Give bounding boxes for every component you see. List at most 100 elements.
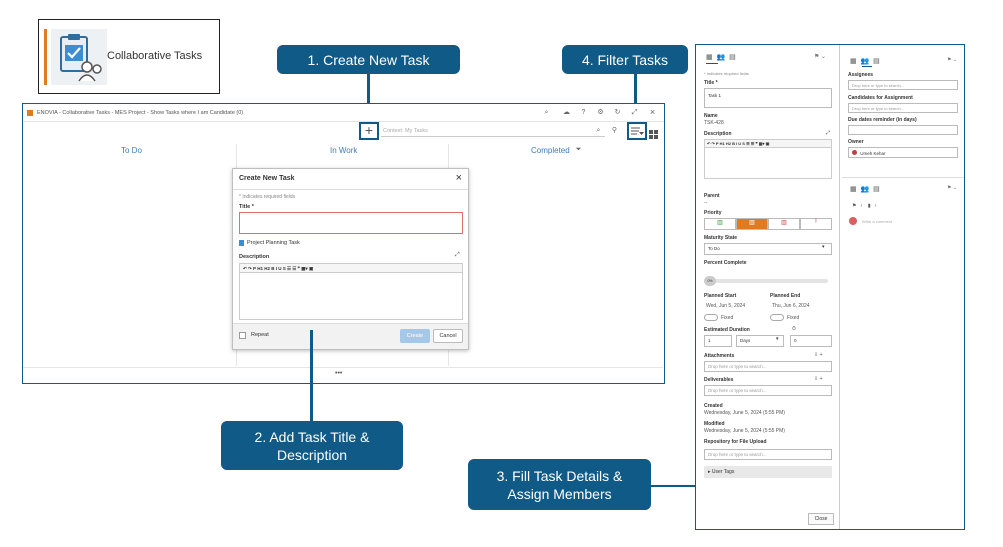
priority-urgent-button[interactable]: ! [800, 218, 832, 230]
dialog-title-label: Title * [239, 204, 254, 210]
panel-title-input[interactable]: Task 1 [704, 88, 832, 108]
repeat-checkbox[interactable] [239, 332, 246, 339]
app-tile-accent [44, 29, 47, 85]
effort-input[interactable]: 0 [790, 335, 832, 347]
panel-title-label: Title * [704, 80, 718, 86]
panel-description-editor[interactable] [704, 148, 832, 179]
description-expand-icon[interactable]: ⤢ [455, 252, 460, 259]
comment-toolbar[interactable]: ⚑ ‹ ▮ › [852, 203, 876, 209]
template-link[interactable]: Project Planning Task [239, 240, 300, 246]
task-title-input[interactable] [239, 212, 463, 234]
planned-end-fixed-toggle[interactable] [770, 314, 784, 321]
panel-description-expand-icon[interactable]: ⤢ [826, 130, 830, 136]
percent-complete-slider[interactable] [704, 279, 828, 283]
column-todo: To Do [121, 146, 142, 155]
est-duration-input[interactable]: 1 [704, 335, 732, 347]
assignees-flag-icon[interactable]: ⚑ ⌄ [947, 57, 957, 63]
owner-select[interactable]: Umeh Kehar [848, 147, 958, 158]
filter-person-icon[interactable]: ⚲ [611, 127, 618, 134]
assignees-search-input[interactable]: Drop here or type to search... [848, 80, 958, 90]
candidates-label: Candidates for Assignment [848, 95, 913, 101]
enovia-logo-icon [27, 109, 33, 116]
priority-low-button[interactable]: ▥ [704, 218, 736, 230]
deliverables-search-input[interactable]: Drop here or type to search... [704, 385, 832, 396]
planned-end-value[interactable]: Thu, Jun 6, 2024 [772, 303, 810, 309]
maturity-state-select[interactable]: To Do [704, 243, 832, 255]
panel-required-note: * Indicates required fields [704, 71, 749, 76]
create-task-dialog: Create New Task × * Indicates required f… [232, 168, 469, 350]
callout-add-title: 2. Add Task Title & Description [221, 421, 403, 470]
more-button[interactable]: ••• [335, 370, 342, 377]
panel-description-toolbar[interactable]: ↶ ↷ P H1 H2 B I U S ☰ ☰ ❞ ▦▾ ▣ [704, 139, 832, 148]
help-icon[interactable]: ? [580, 109, 587, 116]
column-filter-icon[interactable]: ⏷ [575, 146, 582, 153]
filter-list-icon [631, 127, 644, 135]
candidates-search-input[interactable]: Drop here or type to search... [848, 103, 958, 113]
search-field-icon[interactable]: ⌕ [595, 127, 602, 134]
create-button[interactable]: Create [400, 329, 430, 343]
refresh-icon[interactable]: ↻ [614, 109, 621, 116]
column-completed: Completed [531, 146, 570, 155]
close-icon[interactable]: × [649, 108, 656, 117]
assignees-tab-active-indicator [862, 66, 872, 67]
planned-start-fixed-label: Fixed [721, 315, 734, 321]
dialog-description-label: Description [239, 254, 270, 260]
panel-modified-value: Wednesday, June 5, 2024 (5:55 PM) [704, 428, 785, 434]
attachments-search-input[interactable]: Drop here or type to search... [704, 361, 832, 372]
callout-fill-line [651, 485, 695, 487]
close-button[interactable]: Close [808, 513, 834, 525]
planned-start-fixed-toggle[interactable] [704, 314, 718, 321]
cloud-icon[interactable]: ☁ [563, 109, 570, 116]
panel-created-value: Wednesday, June 5, 2024 (5:55 PM) [704, 410, 785, 416]
search-input[interactable]: Context: My Tasks [381, 125, 605, 137]
panel-tab-active-indicator [706, 63, 718, 64]
dialog-close-icon[interactable]: × [456, 172, 462, 184]
effort-icon: ⏱ [792, 326, 796, 332]
description-toolbar[interactable]: ↶ ↷ P H1 H2 B I U S ☰ ☰ ❞ ▦▾ ▣ [239, 263, 463, 273]
grid-view-icon[interactable] [649, 126, 658, 139]
gear-icon[interactable]: ⚙ [597, 109, 604, 116]
app-tile[interactable]: Collaborative Tasks [38, 19, 220, 94]
expand-icon[interactable]: ⤢ [631, 109, 638, 116]
deliverables-upload-icon[interactable]: ⇩ + [814, 376, 823, 382]
attachments-upload-icon[interactable]: ⇩ + [814, 352, 823, 358]
dialog-header: Create New Task × [233, 169, 468, 190]
right-divider [842, 177, 964, 178]
due-reminder-input[interactable] [848, 125, 958, 135]
repo-search-input[interactable]: Drop here or type to search... [704, 449, 832, 460]
cancel-button[interactable]: Cancel [433, 329, 463, 343]
duration-unit-dropdown-icon[interactable]: ▾ [776, 336, 779, 342]
priority-high-button[interactable]: ▥ [768, 218, 800, 230]
repeat-label: Repeat [251, 332, 269, 338]
panel-description-label: Description [704, 131, 732, 137]
panel-priority-label: Priority [704, 210, 722, 216]
percent-slider-handle[interactable]: 0% [704, 276, 716, 286]
callout-add-title-line [310, 330, 313, 422]
panel-name-label: Name [704, 113, 718, 119]
search-icon[interactable]: ⌕ [543, 109, 550, 116]
panel-parent-value: -- [704, 200, 708, 206]
user-tags-section[interactable]: ▸ User Tags [704, 466, 832, 478]
comment-input[interactable]: Write a comment [862, 219, 892, 224]
comments-flag-icon[interactable]: ⚑ ⌄ [947, 185, 957, 191]
maturity-dropdown-icon[interactable]: ▾ [822, 244, 825, 250]
panel-tab-icons[interactable]: ▦ 👥 ▤ [706, 53, 736, 61]
planned-start-value[interactable]: Wed, Jun 5, 2024 [706, 303, 745, 309]
panel-repo-label: Repository for File Upload [704, 439, 767, 445]
comments-tab-icons[interactable]: ▦ 👥 ▤ [850, 185, 880, 193]
assignees-tab-icons[interactable]: ▦ 👥 ▤ [850, 57, 880, 65]
priority-medium-button[interactable]: ▥ [736, 218, 768, 230]
dialog-required-note: * Indicates required fields [239, 194, 296, 200]
dialog-title: Create New Task [239, 175, 295, 182]
filter-tasks-button[interactable] [627, 122, 647, 140]
create-task-button[interactable]: + [359, 122, 379, 140]
panel-parent-label: Parent [704, 193, 720, 199]
panel-est-duration-label: Estimated Duration [704, 327, 750, 333]
panel-attachments-label: Attachments [704, 353, 735, 359]
description-editor[interactable] [239, 273, 463, 320]
panel-flag-icon[interactable]: ⚑ ⌄ [814, 53, 826, 60]
panel-modified-label: Modified [704, 421, 725, 427]
panel-created-label: Created [704, 403, 723, 409]
footer-divider [23, 367, 663, 368]
panel-maturity-label: Maturity State [704, 235, 738, 241]
